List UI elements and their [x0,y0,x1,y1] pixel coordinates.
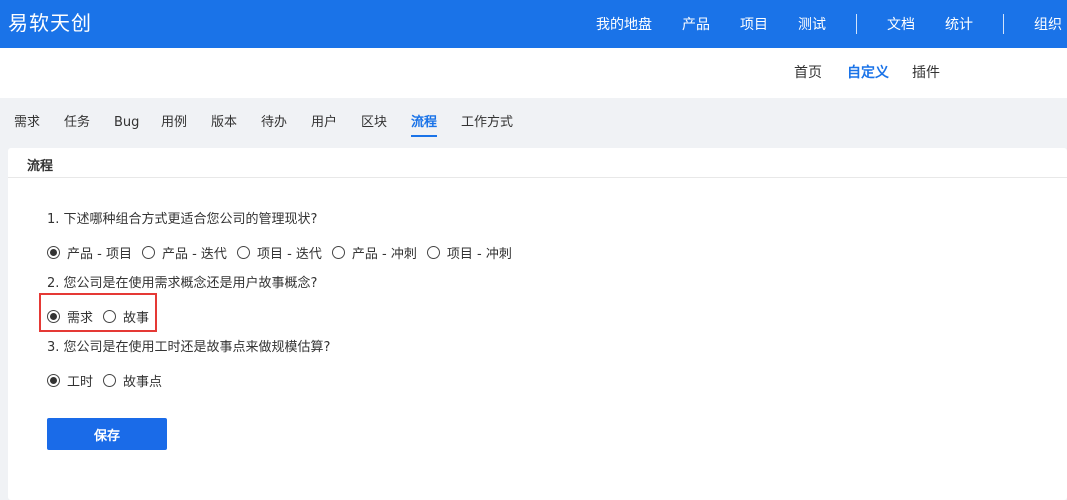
top-nav-project[interactable]: 项目 [740,14,768,34]
tab-story[interactable]: 需求 [14,115,40,131]
tab-block[interactable]: 区块 [361,115,387,131]
q2-option-story[interactable]: 需求 [47,307,93,326]
sub-nav-plugins[interactable]: 插件 [912,64,940,82]
top-nav-divider [856,14,857,34]
top-nav-doc[interactable]: 文档 [887,14,915,34]
question-2-options: 需求 故事 [47,307,159,326]
option-label: 项目 - 冲刺 [446,247,512,262]
flow-settings-panel: 流程 1. 下述哪种组合方式更适合您公司的管理现状? 产品 - 项目 产品 - … [8,148,1067,500]
tab-build[interactable]: 版本 [211,115,237,131]
panel-title: 流程 [27,159,54,174]
question-1: 1. 下述哪种组合方式更适合您公司的管理现状? [47,212,318,227]
option-label: 需求 [67,311,94,326]
option-label: 产品 - 冲刺 [351,247,417,262]
tab-bug[interactable]: Bug [114,115,139,131]
brand-logo[interactable]: 易软天创 [8,11,92,35]
radio-checked-icon[interactable] [47,246,60,259]
radio-icon[interactable] [103,310,117,323]
top-nav: 我的地盘 产品 项目 测试 文档 统计 组织 [596,0,1067,48]
tab-task[interactable]: 任务 [64,115,90,131]
tab-user[interactable]: 用户 [311,115,337,131]
top-nav-product[interactable]: 产品 [682,14,710,34]
sub-nav: 首页 自定义 插件 [0,48,1067,98]
top-nav-test[interactable]: 测试 [798,14,826,34]
q3-option-story-points[interactable]: 故事点 [103,371,162,390]
q3-option-hours[interactable]: 工时 [47,371,93,390]
radio-checked-icon[interactable] [47,310,60,323]
tab-flow[interactable]: 流程 [411,115,438,137]
radio-checked-icon[interactable] [47,374,60,387]
q1-option-project-sprint[interactable]: 项目 - 冲刺 [426,243,512,262]
option-label: 故事 [123,311,150,326]
custom-tabs: 需求 任务 Bug 用例 版本 待办 用户 区块 流程 工作方式 [0,98,1067,148]
q2-option-user-story[interactable]: 故事 [103,307,149,326]
radio-icon[interactable] [331,246,345,259]
top-nav-divider [1003,14,1004,34]
top-nav-org[interactable]: 组织 [1034,14,1062,34]
option-label: 工时 [67,375,94,390]
question-1-options: 产品 - 项目 产品 - 迭代 项目 - 迭代 产品 - 冲刺 项目 - 冲刺 [47,243,522,262]
save-button[interactable]: 保存 [47,418,167,450]
tab-case[interactable]: 用例 [161,115,187,131]
question-3-options: 工时 故事点 [47,371,172,390]
sub-nav-home[interactable]: 首页 [794,64,822,82]
tab-todo[interactable]: 待办 [261,115,287,131]
q1-option-product-iteration[interactable]: 产品 - 迭代 [141,243,227,262]
radio-icon[interactable] [236,246,250,259]
tab-work-mode[interactable]: 工作方式 [461,115,513,131]
top-nav-stats[interactable]: 统计 [945,14,973,34]
q1-option-product-sprint[interactable]: 产品 - 冲刺 [331,243,417,262]
option-label: 故事点 [123,375,163,390]
radio-icon[interactable] [426,246,440,259]
sub-nav-custom[interactable]: 自定义 [847,64,889,82]
top-nav-my-dashboard[interactable]: 我的地盘 [596,14,652,34]
q1-option-project-iteration[interactable]: 项目 - 迭代 [236,243,322,262]
panel-header: 流程 [8,148,1067,178]
question-3: 3. 您公司是在使用工时还是故事点来做规模估算? [47,340,331,355]
top-bar: 易软天创 我的地盘 产品 项目 测试 文档 统计 组织 [0,0,1067,48]
radio-icon[interactable] [103,374,117,387]
option-label: 项目 - 迭代 [256,247,322,262]
q1-option-product-project[interactable]: 产品 - 项目 [47,243,132,262]
option-label: 产品 - 项目 [67,247,132,262]
option-label: 产品 - 迭代 [161,247,227,262]
question-2: 2. 您公司是在使用需求概念还是用户故事概念? [47,276,318,291]
radio-icon[interactable] [141,246,155,259]
